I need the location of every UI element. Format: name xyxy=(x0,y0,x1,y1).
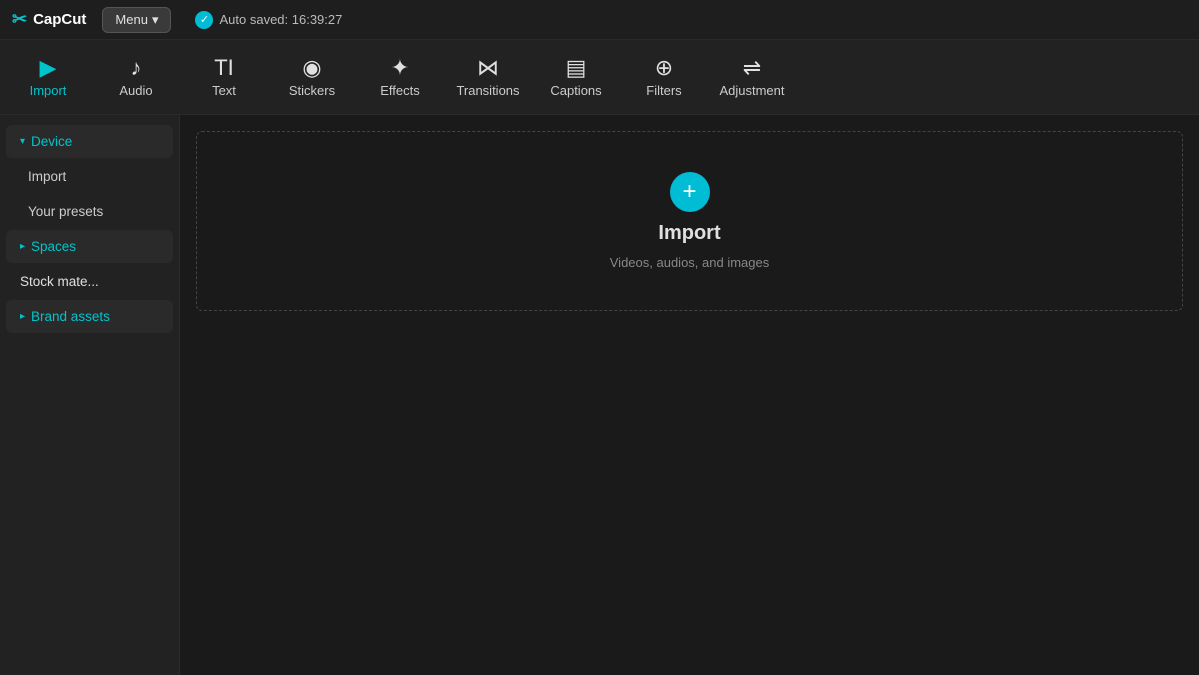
check-icon: ✓ xyxy=(195,11,213,29)
logo: ✂ CapCut xyxy=(12,9,86,30)
sidebar-item-your-presets[interactable]: Your presets xyxy=(6,195,173,228)
nav-item-import[interactable]: ▶ Import xyxy=(4,40,92,115)
import-subtitle: Videos, audios, and images xyxy=(610,255,769,270)
nav-label-filters: Filters xyxy=(646,83,681,98)
stickers-icon: ◉ xyxy=(302,57,321,79)
import-icon: ▶ xyxy=(40,57,57,79)
sidebar-item-device[interactable]: ▾ Device xyxy=(6,125,173,158)
audio-icon: ♪ xyxy=(131,57,142,79)
autosave-text: Auto saved: 16:39:27 xyxy=(219,12,342,27)
main-content: ▾DeviceImportYour presets▸SpacesStock ma… xyxy=(0,115,1199,675)
nav-label-audio: Audio xyxy=(119,83,152,98)
nav-label-text: Text xyxy=(212,83,236,98)
effects-icon: ✦ xyxy=(391,57,409,79)
sidebar: ▾ Device ImportYour presets ▸ Spaces Stock ma… xyxy=(0,115,180,675)
nav-item-adjustment[interactable]: ⇌ Adjustment xyxy=(708,40,796,115)
nav-item-effects[interactable]: ✦ Effects xyxy=(356,40,444,115)
sidebar-item-import-sub[interactable]: Import xyxy=(6,160,173,193)
import-plus-icon: + xyxy=(670,172,710,212)
top-bar: ✂ CapCut Menu ▾ ✓ Auto saved: 16:39:27 xyxy=(0,0,1199,40)
import-zone[interactable]: + Import Videos, audios, and images xyxy=(196,131,1183,311)
autosave-indicator: ✓ Auto saved: 16:39:27 xyxy=(195,11,342,29)
import-title: Import xyxy=(658,222,720,245)
logo-text: CapCut xyxy=(33,11,86,28)
menu-arrow-icon: ▾ xyxy=(152,12,159,28)
nav-item-audio[interactable]: ♪ Audio xyxy=(92,40,180,115)
import-area: + Import Videos, audios, and images xyxy=(180,115,1199,675)
nav-item-filters[interactable]: ⊕ Filters xyxy=(620,40,708,115)
adjustment-icon: ⇌ xyxy=(743,57,761,79)
nav-label-transitions: Transitions xyxy=(456,83,519,98)
nav-item-stickers[interactable]: ◉ Stickers xyxy=(268,40,356,115)
nav-item-text[interactable]: TI Text xyxy=(180,40,268,115)
sidebar-label-spaces: Spaces xyxy=(31,239,76,254)
menu-label: Menu xyxy=(115,12,148,27)
nav-item-transitions[interactable]: ⋈ Transitions xyxy=(444,40,532,115)
nav-item-captions[interactable]: ▤ Captions xyxy=(532,40,620,115)
sidebar-label-device: Device xyxy=(31,134,72,149)
nav-label-import: Import xyxy=(30,83,67,98)
text-icon: TI xyxy=(214,57,234,79)
sidebar-item-stock-materials[interactable]: Stock mate... xyxy=(6,265,173,298)
sidebar-label-brand-assets: Brand assets xyxy=(31,309,110,324)
nav-label-effects: Effects xyxy=(380,83,420,98)
sidebar-item-brand-assets[interactable]: ▸ Brand assets xyxy=(6,300,173,333)
nav-bar: ▶ Import ♪ Audio TI Text ◉ Stickers ✦ Effects ⋈ Tra… xyxy=(0,40,1199,115)
sidebar-item-spaces[interactable]: ▸ Spaces xyxy=(6,230,173,263)
menu-button[interactable]: Menu ▾ xyxy=(102,7,171,33)
arrow-icon-brand-assets: ▸ xyxy=(20,311,25,322)
transitions-icon: ⋈ xyxy=(477,57,499,79)
logo-icon: ✂ xyxy=(12,9,27,30)
captions-icon: ▤ xyxy=(566,57,587,79)
filters-icon: ⊕ xyxy=(655,57,673,79)
arrow-icon-device: ▾ xyxy=(20,136,25,147)
nav-label-captions: Captions xyxy=(550,83,601,98)
nav-label-stickers: Stickers xyxy=(289,83,335,98)
nav-label-adjustment: Adjustment xyxy=(719,83,784,98)
arrow-icon-spaces: ▸ xyxy=(20,241,25,252)
